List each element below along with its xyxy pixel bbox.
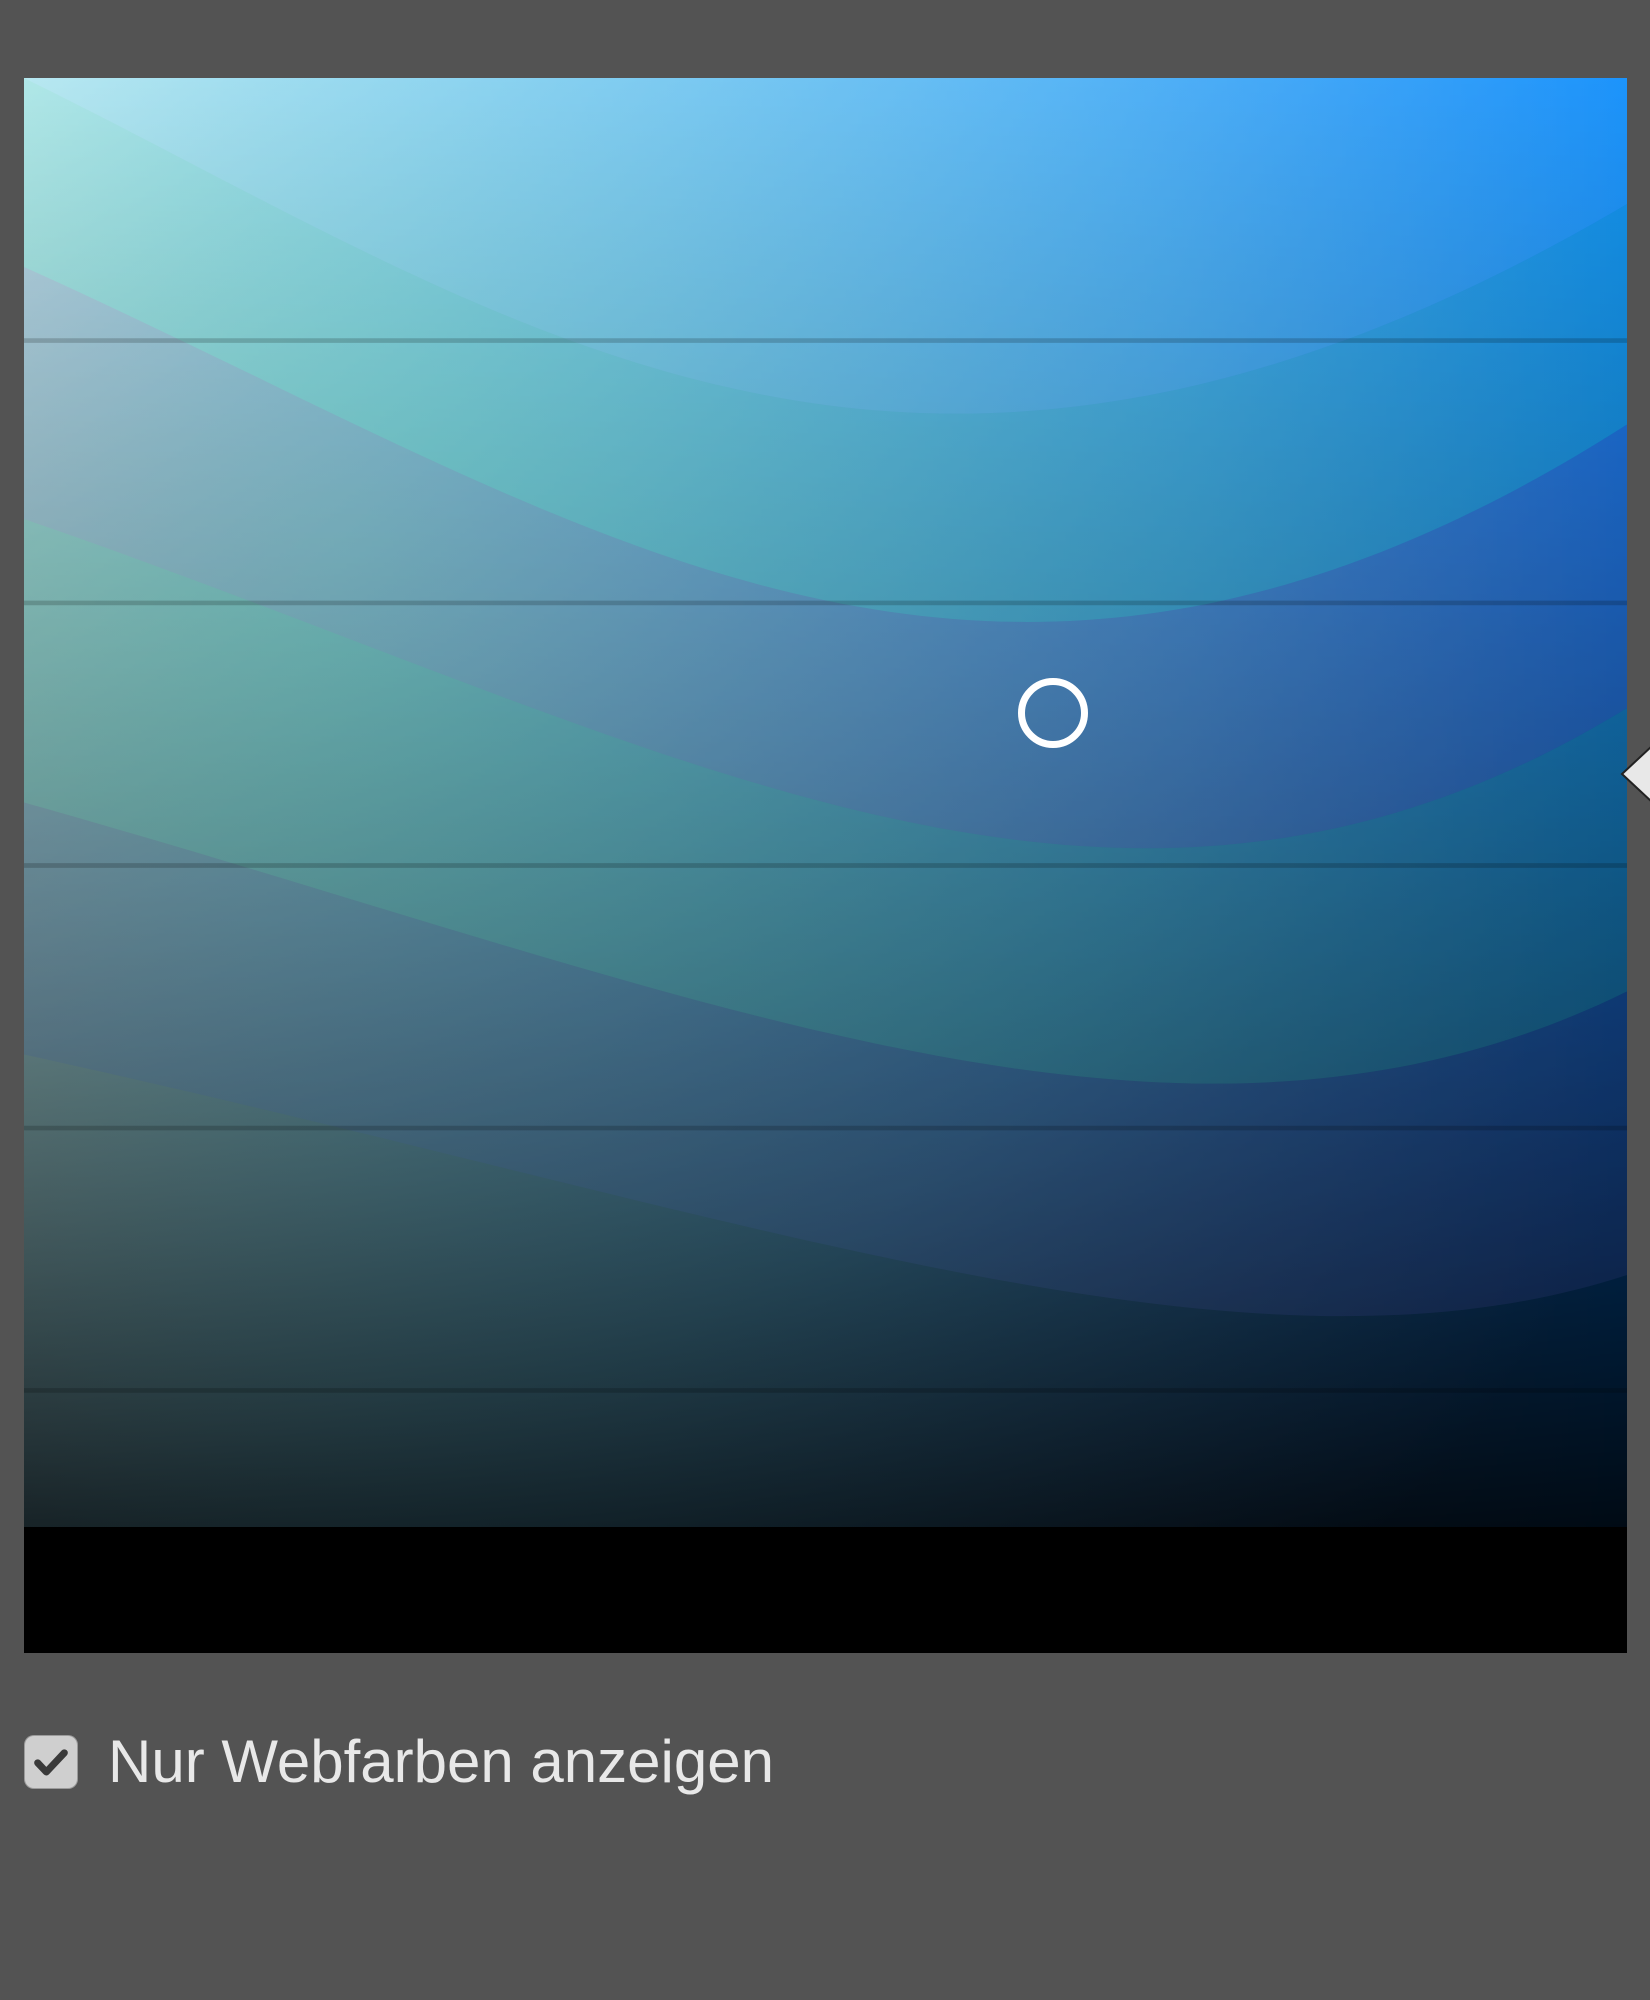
only-web-colors-checkbox[interactable] — [24, 1735, 78, 1789]
saturation-brightness-field-wrap — [24, 78, 1627, 1653]
saturation-brightness-field[interactable] — [24, 78, 1627, 1653]
only-web-colors-label: Nur Webfarben anzeigen — [108, 1732, 774, 1792]
checkmark-icon — [31, 1742, 71, 1782]
sb-field-svg — [24, 78, 1627, 1653]
color-picker-panel: Nur Webfarben anzeigen — [0, 0, 1650, 2000]
only-web-colors-row: Nur Webfarben anzeigen — [24, 1732, 774, 1792]
